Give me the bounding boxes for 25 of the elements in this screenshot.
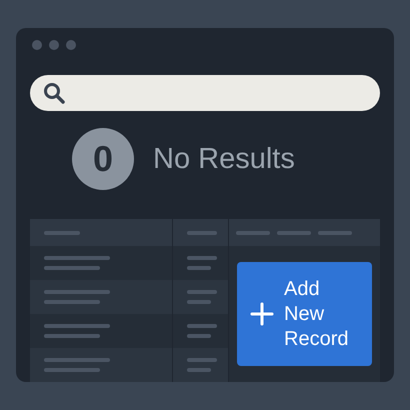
placeholder-bar: [44, 358, 110, 362]
placeholder-bar: [187, 368, 211, 372]
placeholder-bar: [44, 256, 110, 260]
add-record-button[interactable]: Add New Record: [237, 262, 372, 366]
placeholder-bar: [44, 266, 100, 270]
search-icon: [43, 82, 65, 104]
placeholder-bar: [187, 290, 217, 294]
placeholder-bar: [44, 300, 100, 304]
placeholder-bar: [187, 358, 217, 362]
placeholder-bar: [187, 266, 211, 270]
placeholder-bar: [44, 290, 110, 294]
placeholder-bar: [187, 300, 211, 304]
window-dot[interactable]: [66, 40, 76, 50]
placeholder-bar: [187, 324, 217, 328]
window-dot[interactable]: [49, 40, 59, 50]
placeholder-bar: [44, 324, 110, 328]
placeholder-bar: [187, 256, 217, 260]
result-count: 0: [72, 128, 134, 190]
placeholder-bar: [44, 368, 100, 372]
plus-icon: [250, 302, 274, 326]
empty-message: No Results: [153, 142, 295, 176]
window-dot[interactable]: [32, 40, 42, 50]
placeholder-bar: [44, 334, 100, 338]
search-field[interactable]: [30, 75, 380, 111]
placeholder-bar: [187, 334, 211, 338]
